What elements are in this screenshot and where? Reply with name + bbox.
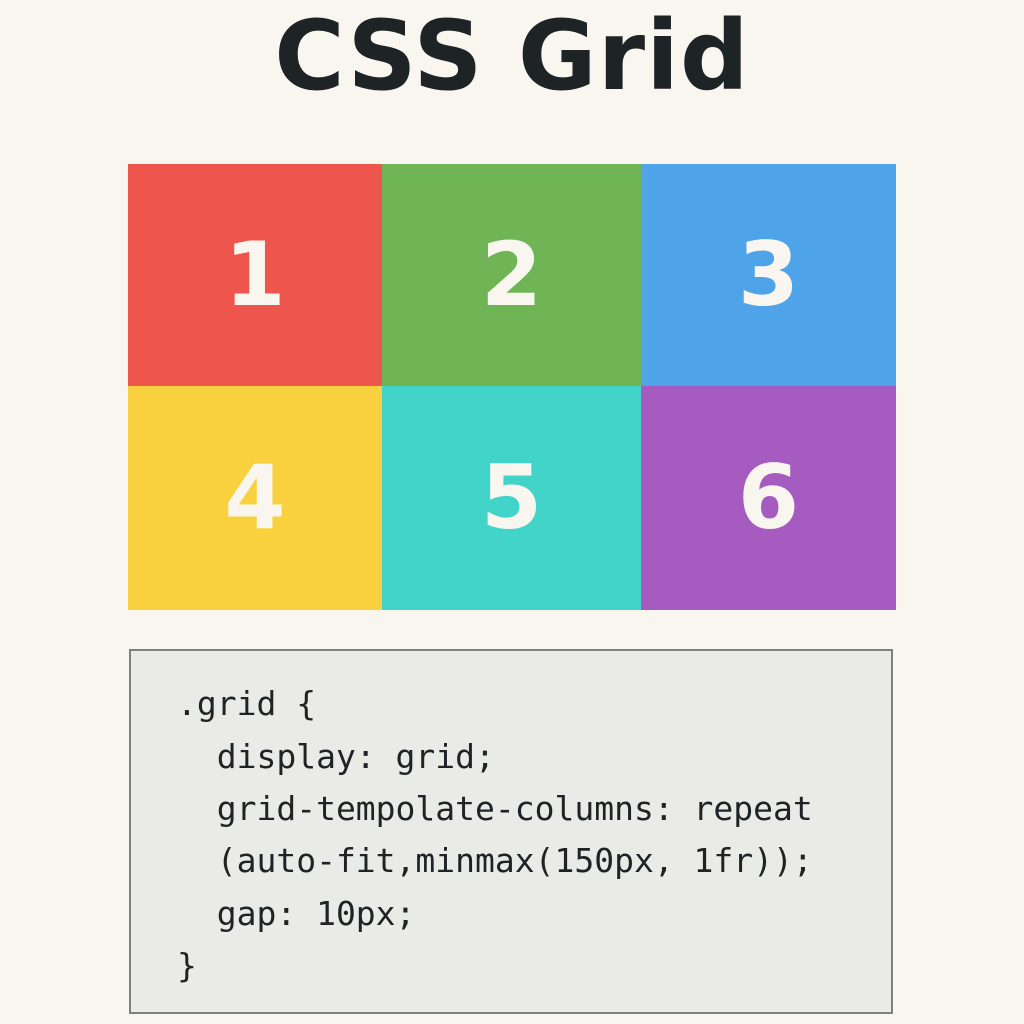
grid-cell-4: 4	[128, 386, 382, 610]
code-line-selector: .grid {	[177, 684, 317, 723]
grid-cell-3: 3	[641, 164, 896, 386]
code-line-grid-columns: grid-tempolate-columns: repeat	[177, 789, 813, 828]
code-line-display: display: grid;	[177, 737, 495, 776]
code-line-closing-brace: }	[177, 946, 197, 985]
grid-cell-number: 1	[224, 223, 286, 326]
grid-cell-number: 6	[737, 446, 800, 549]
grid-cell-number: 4	[224, 446, 286, 549]
grid-cell-5: 5	[382, 386, 641, 610]
grid-demo: 1 2 3 4 5 6	[128, 164, 896, 610]
grid-cell-number: 5	[480, 446, 543, 549]
grid-cell-number: 2	[480, 223, 543, 326]
code-line-gap: gap: 10px;	[177, 894, 416, 933]
grid-cell-2: 2	[382, 164, 641, 386]
grid-cell-1: 1	[128, 164, 382, 386]
code-panel: .grid { display: grid; grid-tempolate-co…	[129, 649, 893, 1014]
grid-cell-number: 3	[737, 223, 800, 326]
page-title: CSS Grid	[274, 0, 750, 112]
grid-cell-6: 6	[641, 386, 896, 610]
code-line-repeat-args: (auto-fit,minmax(150px, 1fr));	[177, 841, 813, 880]
